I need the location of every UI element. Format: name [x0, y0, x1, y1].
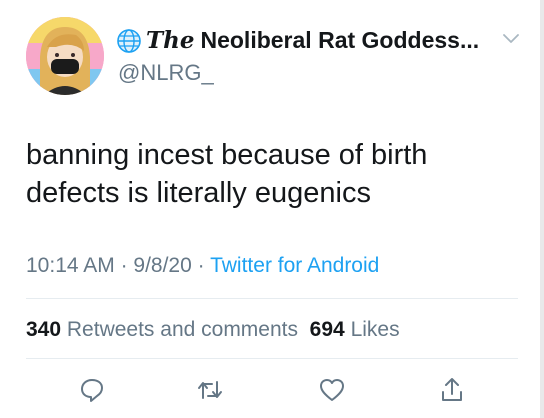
tweet-date: 9/8/20 [133, 254, 192, 277]
share-icon[interactable] [438, 376, 466, 404]
engagement-stats: 340 Retweets and comments 694 Likes [26, 318, 400, 342]
user-handle[interactable]: @NLRG_ [118, 60, 214, 86]
avatar[interactable] [26, 17, 104, 95]
name-row: The Neoliberal Rat Goddess... [116, 27, 479, 54]
tweet-source[interactable]: Twitter for Android [210, 254, 379, 277]
tweet-meta: 10:14 AM · 9/8/20 · Twitter for Android [26, 254, 380, 277]
tweet-text: banning incest because of birth defects … [26, 139, 428, 209]
retweets-label[interactable]: Retweets and comments [67, 318, 298, 341]
display-name[interactable]: The Neoliberal Rat Goddess... [146, 27, 479, 54]
display-name-prefix: The [146, 27, 195, 54]
like-icon[interactable] [318, 376, 346, 404]
display-name-text: Neoliberal Rat Goddess... [200, 27, 480, 53]
retweets-count[interactable]: 340 [26, 318, 61, 341]
divider-bottom [26, 358, 518, 359]
chevron-down-icon[interactable] [503, 34, 519, 44]
divider-top [26, 298, 518, 299]
globe-icon [117, 28, 141, 53]
likes-label[interactable]: Likes [351, 318, 400, 341]
action-bar [0, 376, 544, 408]
right-edge [540, 0, 544, 418]
tweet-time: 10:14 AM [26, 254, 115, 277]
retweet-icon[interactable] [196, 376, 224, 404]
reply-icon[interactable] [78, 376, 106, 404]
likes-count[interactable]: 694 [310, 318, 345, 341]
